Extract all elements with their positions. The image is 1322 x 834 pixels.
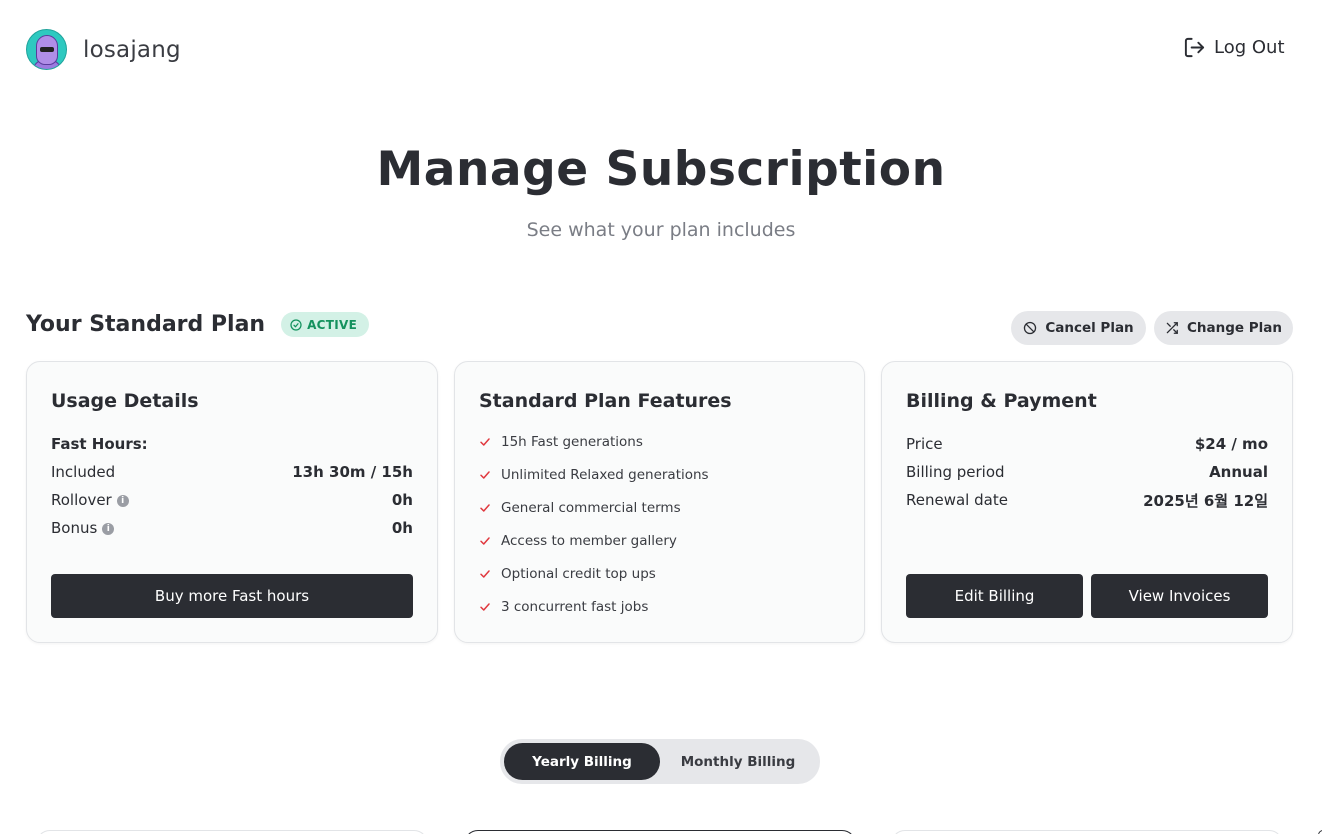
feature-item: 3 concurrent fast jobs xyxy=(479,599,648,615)
check-circle-icon xyxy=(290,318,302,331)
yearly-billing-option[interactable]: Yearly Billing xyxy=(504,743,660,780)
feature-item: Unlimited Relaxed generations xyxy=(479,467,709,483)
logout-label: Log Out xyxy=(1214,37,1285,58)
usage-value: 0h xyxy=(391,519,413,537)
check-icon xyxy=(480,603,490,611)
cancel-plan-label: Cancel Plan xyxy=(1045,320,1134,336)
billing-label: Price xyxy=(906,435,943,453)
billing-row-renewal: Renewal date 2025년 6월 12일 xyxy=(906,490,1268,510)
billing-payment-card: Billing & Payment Price $24 / mo Billing… xyxy=(881,361,1293,643)
usage-details-card: Usage Details Fast Hours: Included 13h 3… xyxy=(26,361,438,643)
username: losajang xyxy=(83,36,181,63)
check-icon xyxy=(480,438,490,446)
fast-hours-label: Fast Hours: xyxy=(51,435,148,453)
page-title: Manage Subscription xyxy=(376,142,946,197)
usage-row-bonus: Bonus i 0h xyxy=(51,518,413,538)
billing-cycle-toggle: Yearly Billing Monthly Billing xyxy=(500,739,820,784)
avatar[interactable] xyxy=(26,29,67,70)
change-plan-button[interactable]: Change Plan xyxy=(1154,311,1293,345)
check-icon xyxy=(480,504,490,512)
feature-item: 15h Fast generations xyxy=(479,434,643,450)
status-text: ACTIVE xyxy=(307,317,358,332)
pricing-card xyxy=(1318,830,1322,834)
billing-row-price: Price $24 / mo xyxy=(906,434,1268,454)
pricing-card xyxy=(36,830,428,834)
billing-value: $24 / mo xyxy=(1194,435,1268,453)
logout-button[interactable]: Log Out xyxy=(1183,36,1285,59)
billing-row-period: Billing period Annual xyxy=(906,462,1268,482)
shuffle-icon xyxy=(1166,322,1178,334)
usage-row-rollover: Rollover i 0h xyxy=(51,490,413,510)
top-bar: losajang Log Out xyxy=(0,0,1322,100)
info-icon[interactable]: i xyxy=(116,494,129,507)
monthly-billing-option[interactable]: Monthly Billing xyxy=(660,743,816,780)
usage-title: Usage Details xyxy=(51,390,199,412)
plan-features-card: Standard Plan Features 15h Fast generati… xyxy=(454,361,865,643)
billing-label: Renewal date xyxy=(906,491,1008,509)
pricing-card xyxy=(891,830,1283,834)
ban-icon xyxy=(1024,321,1037,335)
edit-billing-button[interactable]: Edit Billing xyxy=(906,574,1083,618)
usage-value: 0h xyxy=(391,491,413,509)
plan-title: Your Standard Plan xyxy=(26,312,266,337)
status-badge: ACTIVE xyxy=(281,312,370,337)
info-icon[interactable]: i xyxy=(102,522,115,535)
usage-label: Bonus xyxy=(51,519,98,537)
feature-item: Access to member gallery xyxy=(479,533,677,549)
fast-hours-row: Fast Hours: xyxy=(51,434,413,454)
check-icon xyxy=(480,471,490,479)
cancel-plan-button[interactable]: Cancel Plan xyxy=(1011,311,1146,345)
user-profile[interactable]: losajang xyxy=(26,29,181,70)
usage-label: Rollover xyxy=(51,491,112,509)
usage-label: Included xyxy=(51,463,116,481)
page-subtitle: See what your plan includes xyxy=(526,219,796,241)
logout-icon xyxy=(1184,37,1205,58)
billing-value: Annual xyxy=(1209,463,1268,481)
usage-row-included: Included 13h 30m / 15h xyxy=(51,462,413,482)
plan-header: Your Standard Plan ACTIVE xyxy=(26,312,370,337)
usage-value: 13h 30m / 15h xyxy=(292,463,413,481)
billing-value: 2025년 6월 12일 xyxy=(1143,491,1268,510)
pricing-card xyxy=(464,830,856,834)
features-title: Standard Plan Features xyxy=(479,390,732,412)
feature-item: General commercial terms xyxy=(479,500,681,516)
feature-item: Optional credit top ups xyxy=(479,566,656,582)
change-plan-label: Change Plan xyxy=(1186,320,1282,336)
check-icon xyxy=(480,537,490,545)
view-invoices-button[interactable]: View Invoices xyxy=(1091,574,1268,618)
buy-fast-hours-button[interactable]: Buy more Fast hours xyxy=(51,574,413,618)
billing-title: Billing & Payment xyxy=(906,390,1097,412)
check-icon xyxy=(480,570,490,578)
billing-label: Billing period xyxy=(906,463,1005,481)
